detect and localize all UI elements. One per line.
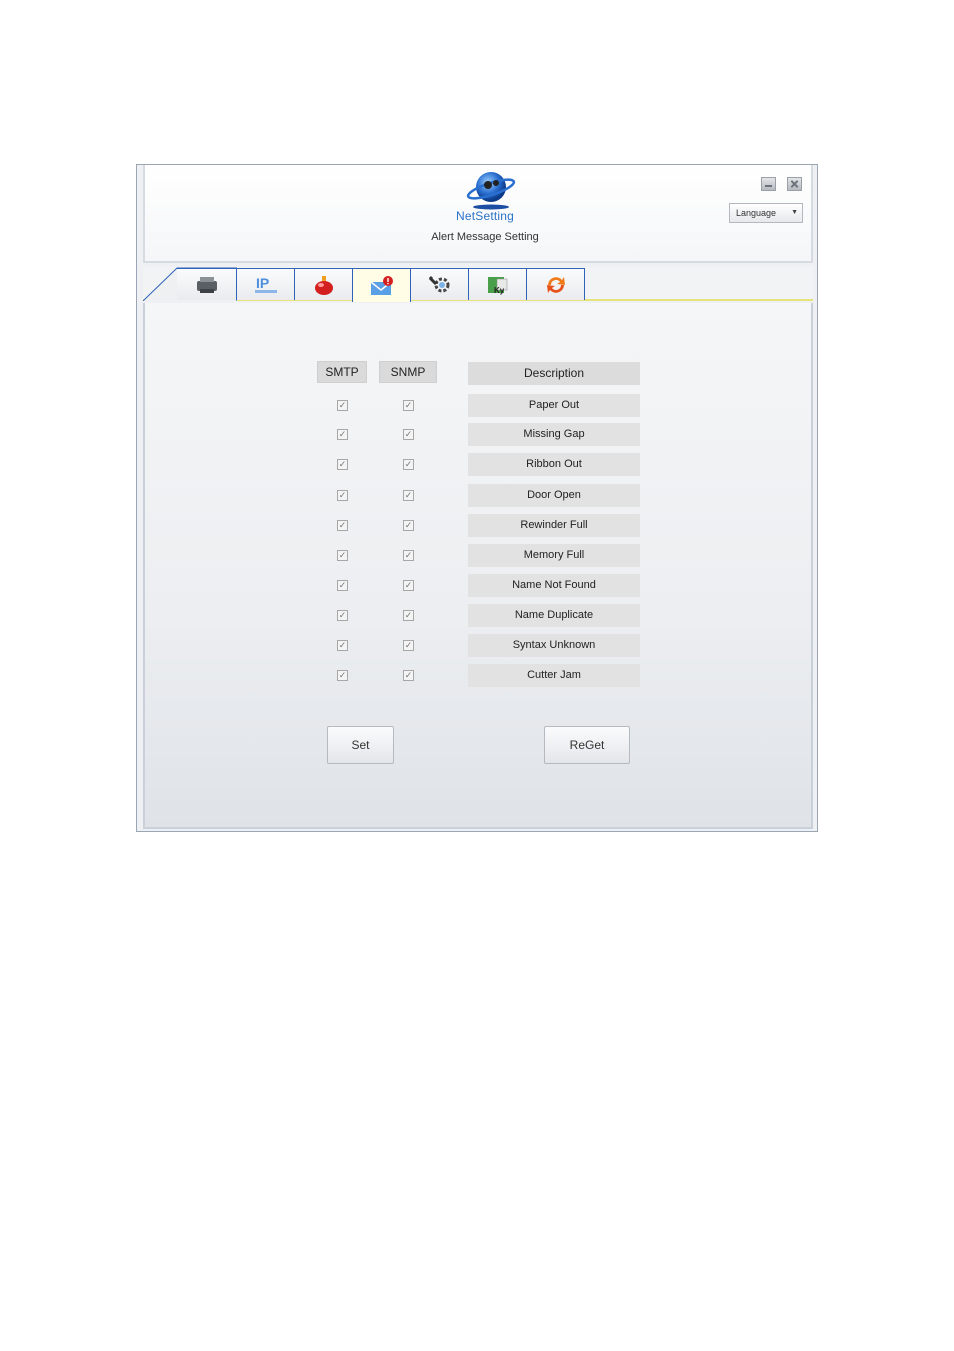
alert-mail-icon (370, 275, 393, 295)
alert-description: Paper Out (468, 394, 640, 417)
smtp-checkbox[interactable]: ✓ (337, 610, 348, 621)
reget-button[interactable]: ReGet (544, 726, 630, 764)
alert-settings-panel: SMTP SNMP Description ✓ ✓ Paper Out ✓ ✓ Missi… (143, 303, 813, 829)
refresh-arrows-icon (546, 276, 565, 293)
smtp-checkbox[interactable]: ✓ (337, 550, 348, 561)
window-subtitle: Alert Message Setting (431, 231, 539, 243)
printer-icon (196, 276, 217, 293)
window-header: NetSetting Alert Message Setting Languag… (143, 165, 813, 263)
close-button[interactable] (787, 177, 802, 191)
snmp-checkbox[interactable]: ✓ (403, 429, 414, 440)
tab-tools[interactable] (410, 268, 469, 300)
alert-description: Ribbon Out (468, 453, 640, 476)
tab-alert-message[interactable] (352, 268, 411, 302)
language-dropdown[interactable]: Language ▼ (729, 203, 803, 223)
alert-description: Syntax Unknown (468, 634, 640, 657)
alarm-beacon-icon (314, 275, 333, 295)
smtp-checkbox[interactable]: ✓ (337, 429, 348, 440)
smtp-checkbox[interactable]: ✓ (337, 490, 348, 501)
tab-key-config[interactable]: Ky (468, 268, 527, 300)
snmp-checkbox[interactable]: ✓ (403, 550, 414, 561)
tab-printer[interactable] (177, 268, 237, 300)
svg-text:Ky: Ky (494, 286, 505, 295)
alert-description: Cutter Jam (468, 664, 640, 687)
tab-ip-network[interactable]: IP (236, 268, 295, 300)
smtp-checkbox[interactable]: ✓ (337, 400, 348, 411)
alert-description: Name Duplicate (468, 604, 640, 627)
smtp-checkbox[interactable]: ✓ (337, 640, 348, 651)
gear-tools-icon (428, 275, 449, 292)
snmp-column-header: SNMP (379, 361, 437, 383)
snmp-checkbox[interactable]: ✓ (403, 640, 414, 651)
smtp-checkbox[interactable]: ✓ (337, 580, 348, 591)
alert-description: Door Open (468, 484, 640, 507)
snmp-checkbox[interactable]: ✓ (403, 580, 414, 591)
smtp-checkbox[interactable]: ✓ (337, 670, 348, 681)
snmp-checkbox[interactable]: ✓ (403, 610, 414, 621)
snmp-checkbox[interactable]: ✓ (403, 520, 414, 531)
smtp-checkbox[interactable]: ✓ (337, 459, 348, 470)
description-column-header: Description (468, 362, 640, 385)
alert-description: Missing Gap (468, 423, 640, 446)
chevron-down-icon: ▼ (791, 209, 798, 216)
minimize-button[interactable] (761, 177, 776, 191)
key-config-icon: Ky (487, 276, 507, 295)
set-button[interactable]: Set (327, 726, 394, 764)
tab-refresh[interactable] (526, 268, 585, 300)
app-name: NetSetting (455, 209, 515, 223)
alert-description: Memory Full (468, 544, 640, 567)
netsetting-window: NetSetting Alert Message Setting Languag… (136, 164, 818, 832)
snmp-checkbox[interactable]: ✓ (403, 670, 414, 681)
alert-description: Rewinder Full (468, 514, 640, 537)
smtp-column-header: SMTP (317, 361, 367, 383)
snmp-checkbox[interactable]: ✓ (403, 490, 414, 501)
tab-alarm[interactable] (294, 268, 353, 300)
language-label: Language (736, 208, 777, 218)
snmp-checkbox[interactable]: ✓ (403, 459, 414, 470)
smtp-checkbox[interactable]: ✓ (337, 520, 348, 531)
alert-description: Name Not Found (468, 574, 640, 597)
tab-bar: IP Ky (143, 267, 813, 302)
snmp-checkbox[interactable]: ✓ (403, 400, 414, 411)
svg-text:IP: IP (256, 275, 269, 291)
ip-network-icon: IP (254, 275, 277, 293)
